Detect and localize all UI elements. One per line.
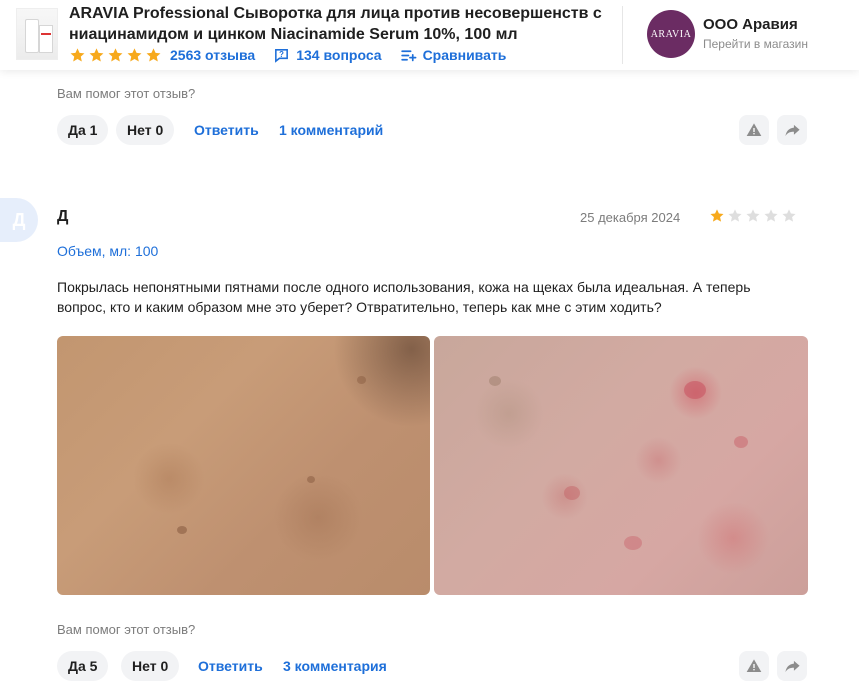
header-divider: [622, 6, 623, 64]
report-button[interactable]: [739, 115, 769, 145]
skin-spot: [734, 436, 748, 448]
share-button[interactable]: [777, 651, 807, 681]
share-icon: [784, 660, 800, 672]
star-empty-icon: [782, 209, 796, 222]
skin-spot: [684, 381, 706, 399]
helpful-prompt: Вам помог этот отзыв?: [57, 622, 196, 637]
helpful-prompt: Вам помог этот отзыв?: [57, 86, 196, 101]
header-rating-stars: [69, 47, 162, 64]
star-icon: [710, 209, 724, 222]
star-empty-icon: [728, 209, 742, 222]
product-title[interactable]: ARAVIA Professional Сыворотка для лица п…: [69, 3, 609, 45]
helpful-yes-button[interactable]: Да 1: [57, 115, 109, 145]
question-icon: ?: [273, 47, 290, 64]
box-stripe: [41, 33, 51, 35]
star-icon: [146, 47, 161, 61]
skin-spot: [624, 536, 642, 550]
helpful-no-button[interactable]: Нет 0: [121, 651, 180, 681]
product-meta: 2563 отзыва ? 134 вопроса Сравнивать: [69, 46, 506, 64]
skin-spot: [564, 486, 580, 500]
star-icon: [108, 47, 123, 61]
review-date: 25 декабря 2024: [580, 210, 681, 225]
star-icon: [89, 47, 104, 61]
reviews-count-link[interactable]: 2563 отзыва: [170, 47, 255, 63]
helpful-yes-button[interactable]: Да 5: [57, 651, 109, 681]
star-empty-icon: [764, 209, 778, 222]
reply-link[interactable]: Ответить: [194, 122, 259, 138]
shop-logo[interactable]: ARAVIA: [647, 10, 695, 58]
avatar: Д: [0, 198, 38, 242]
review-photo[interactable]: [434, 336, 808, 595]
reply-link[interactable]: Ответить: [198, 658, 263, 674]
warning-icon: [746, 659, 762, 672]
comments-link[interactable]: 1 комментарий: [279, 122, 383, 138]
skin-spot: [489, 376, 501, 386]
skin-spot: [177, 526, 187, 534]
compare-link[interactable]: Сравнивать: [423, 47, 507, 63]
shop-name[interactable]: ООО Аравия: [703, 16, 798, 33]
skin-spot: [357, 376, 366, 384]
comments-link[interactable]: 3 комментария: [283, 658, 387, 674]
compare-icon: [400, 47, 417, 64]
warning-icon: [746, 123, 762, 136]
star-icon: [70, 47, 85, 61]
review-rating-stars: [709, 208, 797, 224]
product-thumbnail[interactable]: [16, 8, 58, 60]
share-button[interactable]: [777, 115, 807, 145]
box-shape: [39, 25, 53, 53]
review-author: Д: [57, 208, 69, 225]
share-icon: [784, 124, 800, 136]
review-text: Покрылась непонятными пятнами после одно…: [57, 279, 751, 315]
report-button[interactable]: [739, 651, 769, 681]
bottle-shape: [25, 19, 39, 53]
helpful-no-button[interactable]: Нет 0: [116, 115, 175, 145]
questions-count-link[interactable]: 134 вопроса: [296, 47, 381, 63]
shop-link[interactable]: Перейти в магазин: [703, 37, 808, 51]
review-photo[interactable]: [57, 336, 430, 595]
skin-spot: [307, 476, 315, 483]
svg-text:?: ?: [279, 49, 284, 58]
star-empty-icon: [746, 209, 760, 222]
product-header: ARAVIA Professional Сыворотка для лица п…: [0, 0, 859, 70]
review-variant: Объем, мл: 100: [57, 243, 159, 259]
star-icon: [127, 47, 142, 61]
